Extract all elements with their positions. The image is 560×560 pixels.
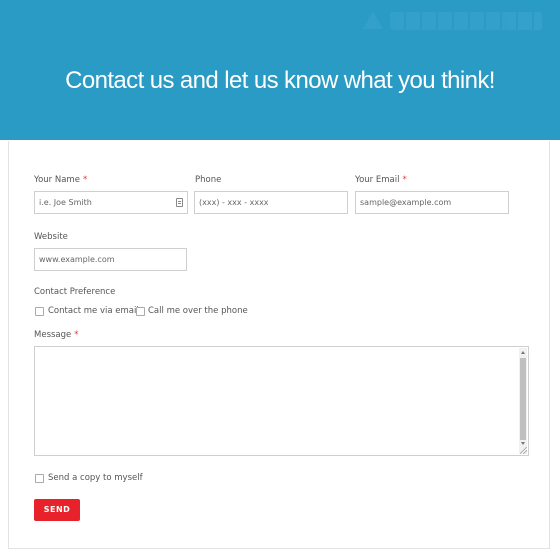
logo-mark-icon xyxy=(363,11,383,29)
website-input[interactable]: www.example.com xyxy=(34,248,187,271)
email-placeholder: sample@example.com xyxy=(360,198,452,207)
phone-input[interactable]: (xxx) - xxx - xxxx xyxy=(194,191,348,214)
email-input[interactable]: sample@example.com xyxy=(355,191,509,214)
message-label: Message * xyxy=(34,330,79,340)
contact-phone-label[interactable]: Call me over the phone xyxy=(148,306,248,316)
contact-phone-checkbox[interactable] xyxy=(136,307,145,316)
website-label: Website xyxy=(34,232,68,242)
contact-preference-label: Contact Preference xyxy=(34,287,116,297)
send-copy-label[interactable]: Send a copy to myself xyxy=(48,473,143,483)
phone-placeholder: (xxx) - xxx - xxxx xyxy=(199,198,269,207)
message-scrollbar[interactable] xyxy=(519,348,527,454)
scroll-thumb[interactable] xyxy=(520,358,526,440)
message-required-mark: * xyxy=(74,330,79,340)
contact-email-checkbox[interactable] xyxy=(35,307,44,316)
name-input[interactable]: i.e. Joe Smith xyxy=(34,191,188,214)
contact-form: Your Name * i.e. Joe Smith Phone (xxx) - … xyxy=(8,141,550,549)
email-label: Your Email * xyxy=(355,175,407,185)
phone-label: Phone xyxy=(195,175,222,185)
scroll-up-icon[interactable] xyxy=(521,351,525,354)
page-header: Contact us and let us know what you thin… xyxy=(0,0,560,140)
website-placeholder: www.example.com xyxy=(39,255,115,264)
name-label: Your Name * xyxy=(34,175,88,185)
contact-email-label[interactable]: Contact me via email xyxy=(48,306,139,316)
send-copy-checkbox[interactable] xyxy=(35,474,44,483)
logo-wordmark xyxy=(390,12,542,30)
site-logo xyxy=(362,8,542,34)
name-required-mark: * xyxy=(82,175,88,185)
name-placeholder: i.e. Joe Smith xyxy=(39,198,92,207)
email-required-mark: * xyxy=(402,175,407,185)
page-title: Contact us and let us know what you thin… xyxy=(65,67,495,94)
send-button[interactable]: SEND xyxy=(34,499,80,521)
scroll-down-icon[interactable] xyxy=(521,442,525,445)
contact-card-icon[interactable] xyxy=(176,198,183,207)
message-textarea[interactable] xyxy=(34,346,529,456)
resize-grip-icon[interactable] xyxy=(520,447,527,454)
